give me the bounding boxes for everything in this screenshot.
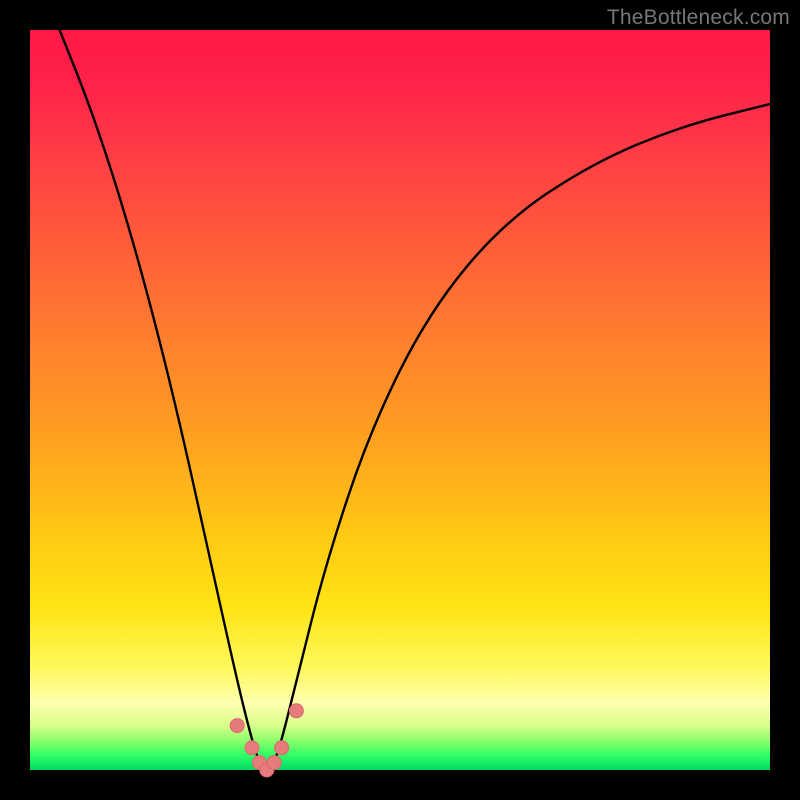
marker-group xyxy=(230,704,303,777)
marker-dot xyxy=(275,741,289,755)
plot-area xyxy=(30,30,770,770)
marker-dot xyxy=(230,719,244,733)
bottleneck-curve xyxy=(30,30,770,770)
marker-dot xyxy=(267,756,281,770)
marker-dot xyxy=(245,741,259,755)
chart-frame: TheBottleneck.com xyxy=(0,0,800,800)
curve-path xyxy=(60,30,770,768)
watermark-text: TheBottleneck.com xyxy=(607,6,790,30)
marker-dot xyxy=(289,704,303,718)
